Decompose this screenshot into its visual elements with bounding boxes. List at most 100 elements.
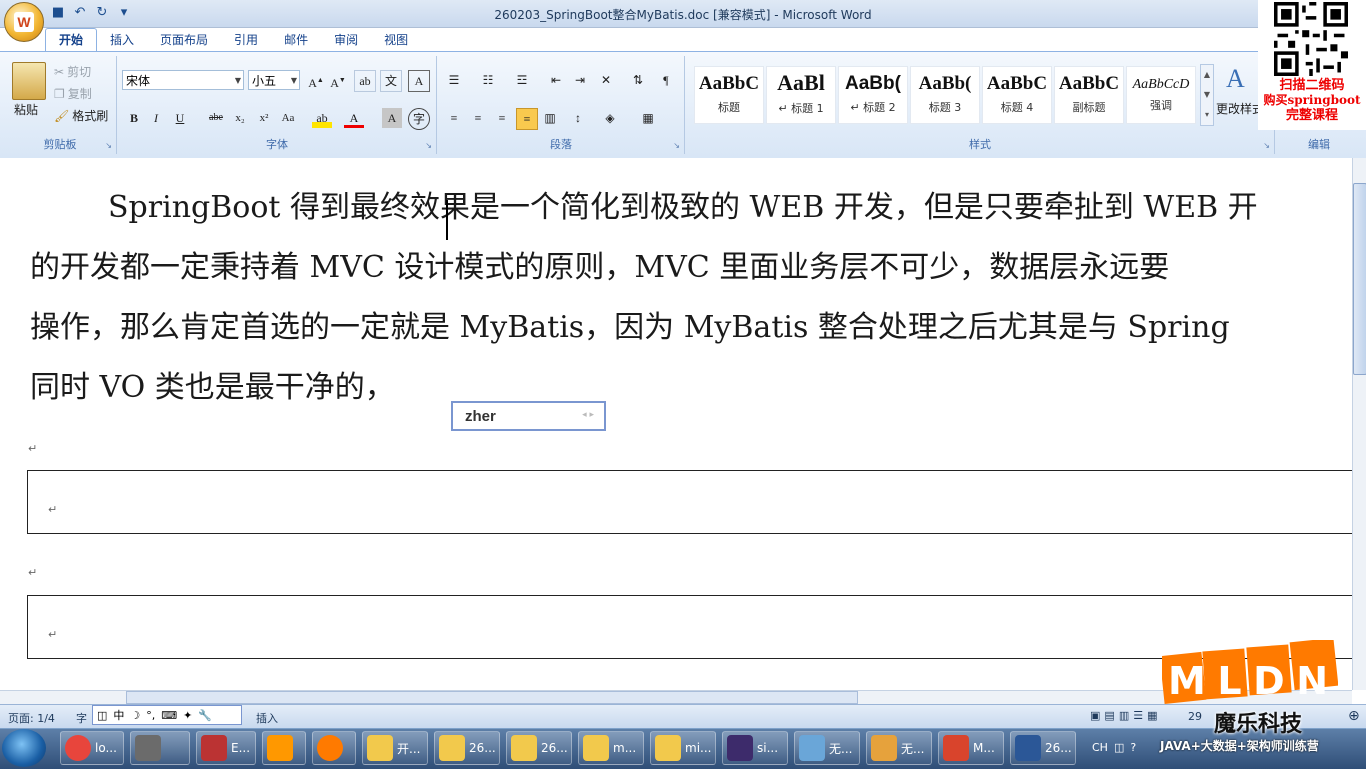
line-spacing-icon[interactable]: ↕ <box>568 108 588 128</box>
ime-composition-window[interactable]: zher ◂ ▸ <box>451 401 606 431</box>
print-layout-icon[interactable]: ▣ <box>1090 709 1100 722</box>
style-emphasis[interactable]: AaBbCcD 强调 <box>1126 66 1196 124</box>
page-indicator[interactable]: 页面: 1/4 <box>8 710 55 726</box>
align-left-icon[interactable]: ≡ <box>444 108 464 128</box>
taskbar-item[interactable]: si... <box>722 731 788 765</box>
change-styles-button[interactable]: 更改样式 <box>1216 100 1264 117</box>
taskbar-item[interactable] <box>262 731 306 765</box>
word-count[interactable]: 字 <box>76 710 87 726</box>
taskbar-item[interactable]: 26... <box>434 731 500 765</box>
tab-review[interactable]: 审阅 <box>321 29 371 51</box>
taskbar-item[interactable]: m... <box>578 731 644 765</box>
tab-page-layout[interactable]: 页面布局 <box>147 29 221 51</box>
ime-status-toolbar[interactable]: ◫ 中 ☽ °, ⌨ ✦ 🔧 <box>92 705 242 725</box>
decrease-indent-icon[interactable]: ⇤ <box>546 70 566 90</box>
font-name-combo[interactable]: 宋体 ▼ <box>122 70 244 90</box>
clear-format-icon[interactable]: ab <box>354 70 376 92</box>
change-case-icon[interactable]: Aa <box>278 108 298 128</box>
highlight-icon[interactable]: ab <box>312 108 332 128</box>
punctuation-icon[interactable]: °, <box>146 709 155 722</box>
moon-icon[interactable]: ☽ <box>130 709 140 722</box>
show-marks-icon[interactable]: ¶ <box>656 70 676 90</box>
character-shading-icon[interactable]: A <box>382 108 402 128</box>
draft-icon[interactable]: ▦ <box>1147 709 1157 722</box>
style-heading-3[interactable]: AaBb(标题 3 <box>910 66 980 124</box>
vertical-scroll-thumb[interactable] <box>1353 183 1366 375</box>
distributed-icon[interactable]: ▥ <box>540 108 560 128</box>
format-painter-button[interactable]: 🖌 格式刷 <box>54 107 108 124</box>
align-center-icon[interactable]: ≡ <box>468 108 488 128</box>
borders-icon[interactable]: ▦ <box>638 108 658 128</box>
justify-icon[interactable]: ≡ <box>516 108 538 130</box>
superscript-icon[interactable]: x² <box>254 108 274 128</box>
character-border-icon[interactable]: A <box>408 70 430 92</box>
ime-tray-icon[interactable]: ◫ <box>1114 741 1124 754</box>
styles-scroll[interactable]: ▲ ▼ ▾ <box>1200 64 1214 126</box>
web-layout-icon[interactable]: ▥ <box>1119 709 1129 722</box>
table-1[interactable]: ↵ <box>27 470 1352 534</box>
dialog-launcher-icon[interactable]: ↘ <box>673 141 680 150</box>
dialog-launcher-icon[interactable]: ↘ <box>105 141 112 150</box>
align-right-icon[interactable]: ≡ <box>492 108 512 128</box>
italic-icon[interactable]: I <box>146 108 166 128</box>
taskbar-item[interactable] <box>312 731 356 765</box>
tab-mailings[interactable]: 邮件 <box>271 29 321 51</box>
bullets-icon[interactable]: ☰ <box>444 70 464 90</box>
office-button[interactable]: W <box>4 2 44 42</box>
table-2[interactable]: ↵ <box>27 595 1352 659</box>
paste-icon[interactable] <box>12 62 46 100</box>
ime-mode-chinese[interactable]: 中 <box>113 707 124 723</box>
change-styles-icon[interactable]: A <box>1226 64 1245 94</box>
enclose-characters-icon[interactable]: 字 <box>408 108 430 130</box>
outline-icon[interactable]: ☰ <box>1133 709 1143 722</box>
tab-home[interactable]: 开始 <box>45 28 98 51</box>
taskbar-item[interactable]: M... <box>938 731 1004 765</box>
multilevel-list-icon[interactable]: ☲ <box>512 70 532 90</box>
font-color-icon[interactable]: A <box>344 108 364 128</box>
taskbar-item[interactable]: 无... <box>794 731 860 765</box>
asian-layout-icon[interactable]: ✕ <box>596 70 616 90</box>
taskbar-item[interactable]: 开... <box>362 731 428 765</box>
tab-view[interactable]: 视图 <box>371 29 421 51</box>
shrink-font-icon[interactable]: A▼ <box>328 70 348 90</box>
dialog-launcher-icon[interactable]: ↘ <box>1263 141 1270 150</box>
style-subtitle[interactable]: AaBbC 副标题 <box>1054 66 1124 124</box>
ime-page-arrows-icon[interactable]: ◂ ▸ <box>582 410 594 420</box>
taskbar-item[interactable]: E... <box>196 731 256 765</box>
strikethrough-icon[interactable]: abe <box>206 108 226 128</box>
help-icon[interactable]: ? <box>1130 741 1136 754</box>
taskbar-item[interactable]: mi... <box>650 731 716 765</box>
tab-insert[interactable]: 插入 <box>97 29 147 51</box>
numbering-icon[interactable]: ☷ <box>478 70 498 90</box>
taskbar-item[interactable]: 26... <box>506 731 572 765</box>
keyboard-icon[interactable]: ⌨ <box>161 709 177 722</box>
taskbar-item[interactable] <box>130 731 190 765</box>
style-heading-4[interactable]: AaBbC 标题 4 <box>982 66 1052 124</box>
taskbar-item[interactable]: lo... <box>60 731 124 765</box>
full-screen-icon[interactable]: ▤ <box>1104 709 1114 722</box>
sort-icon[interactable]: ⇅ <box>628 70 648 90</box>
taskbar-item[interactable]: 无... <box>866 731 932 765</box>
underline-icon[interactable]: U <box>170 108 190 128</box>
subscript-icon[interactable]: x₂ <box>230 108 250 128</box>
language-indicator[interactable]: CH <box>1092 741 1108 754</box>
dialog-launcher-icon[interactable]: ↘ <box>425 141 432 150</box>
document-page[interactable]: SpringBoot 得到最终效果是一个简化到极致的 WEB 开发，但是只要牵扯… <box>0 158 1352 690</box>
bold-icon[interactable]: B <box>124 108 144 128</box>
copy-button[interactable]: ❐ 复制 <box>54 85 92 102</box>
shading-icon[interactable]: ◈ <box>600 108 620 128</box>
tools-icon[interactable]: ✦ <box>183 709 192 722</box>
insert-mode[interactable]: 插入 <box>256 710 278 726</box>
taskbar-item[interactable]: 26... <box>1010 731 1076 765</box>
paste-button[interactable]: 粘贴 <box>14 101 38 118</box>
horizontal-scroll-thumb[interactable] <box>126 691 858 704</box>
zoom-in-icon[interactable]: ⊕ <box>1348 708 1360 724</box>
style-heading-2[interactable]: AaBb(↵ 标题 2 <box>838 66 908 124</box>
start-button[interactable] <box>2 729 46 767</box>
cut-button[interactable]: ✂ 剪切 <box>54 63 91 80</box>
grow-font-icon[interactable]: A▲ <box>306 70 326 90</box>
style-heading-1[interactable]: AaBl ↵ 标题 1 <box>766 66 836 124</box>
wrench-icon[interactable]: 🔧 <box>198 709 212 722</box>
font-size-combo[interactable]: 小五 ▼ <box>248 70 300 90</box>
phonetic-guide-icon[interactable]: 文 <box>380 70 402 92</box>
